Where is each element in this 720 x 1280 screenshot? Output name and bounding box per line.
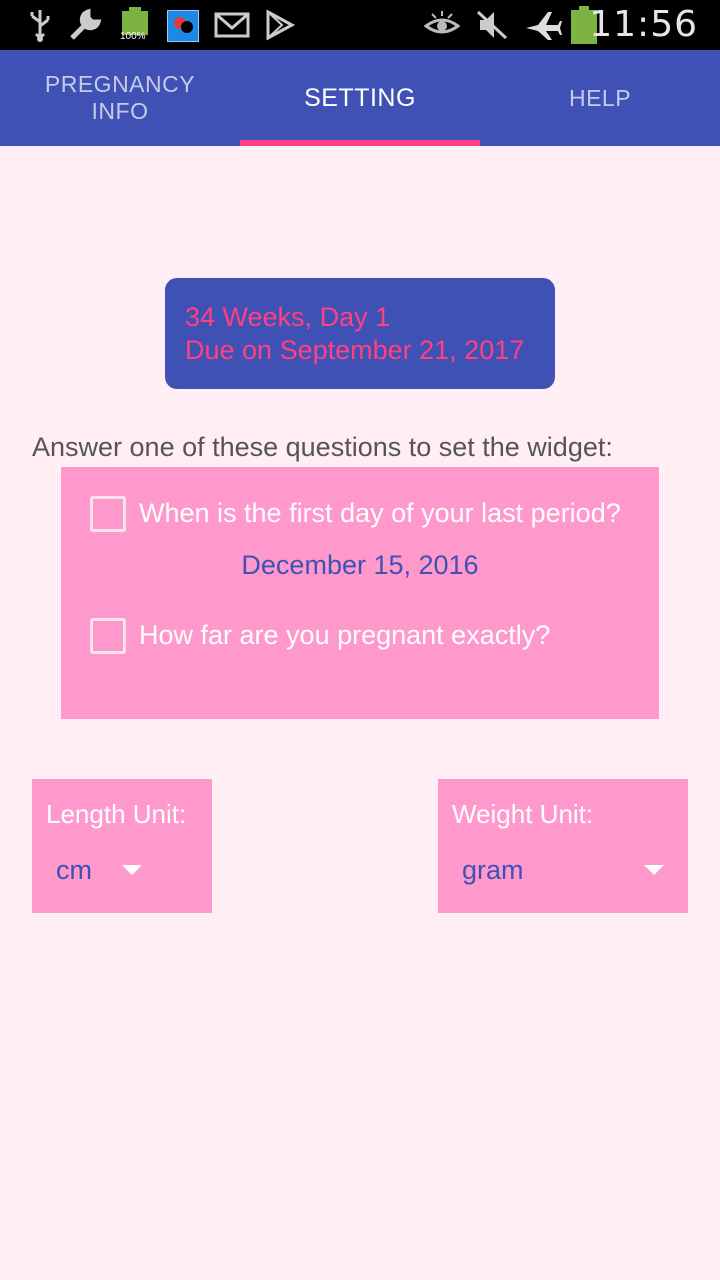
usb-icon [30,10,50,42]
how-far-checkbox[interactable] [90,618,126,654]
airplane-mode-icon [526,12,562,40]
chevron-down-icon [644,865,664,875]
play-store-icon [266,9,296,41]
tab-help[interactable]: HELP [480,50,720,146]
last-period-question: When is the first day of your last perio… [139,498,621,528]
weight-unit-box: Weight Unit: gram [438,779,688,913]
active-tab-indicator [240,140,480,146]
weeks-text: 34 Weeks, Day 1 [185,302,391,332]
battery-percent-label: 100% [120,31,146,42]
length-unit-value: cm [56,855,92,885]
eye-icon [424,11,460,34]
length-unit-label: Length Unit: [46,799,187,829]
instruction-text: Answer one of these questions to set the… [32,432,613,462]
weight-unit-dropdown[interactable]: gram [462,853,672,897]
wrench-icon [70,8,102,40]
length-unit-dropdown[interactable]: cm [56,853,156,897]
app-notification-icon [167,10,199,42]
gmail-icon [214,12,250,38]
how-far-question: How far are you pregnant exactly? [139,620,551,650]
last-period-checkbox[interactable] [90,496,126,532]
questions-panel: When is the first day of your last perio… [61,467,659,719]
weight-unit-value: gram [462,855,524,885]
due-date-card: 34 Weeks, Day 1 Due on September 21, 201… [165,278,555,389]
length-unit-box: Length Unit: cm [32,779,212,913]
tab-pregnancy-info[interactable]: PREGNANCY INFO [0,50,240,146]
mute-icon [476,10,508,40]
clock: 11:56 [589,4,698,45]
due-date-text: Due on September 21, 2017 [185,335,525,365]
tab-label: PREGNANCY INFO [44,71,196,124]
tab-setting[interactable]: SETTING [240,50,480,146]
tab-bar: PREGNANCY INFO SETTING HELP [0,50,720,146]
tab-label: HELP [568,84,632,111]
chevron-down-icon [122,865,142,875]
last-period-date[interactable]: December 15, 2016 [61,550,659,581]
tab-label: SETTING [304,83,416,112]
weight-unit-label: Weight Unit: [452,799,594,829]
status-bar: 100% 11:56 [0,0,720,50]
battery-full-icon: 100% [120,7,150,43]
